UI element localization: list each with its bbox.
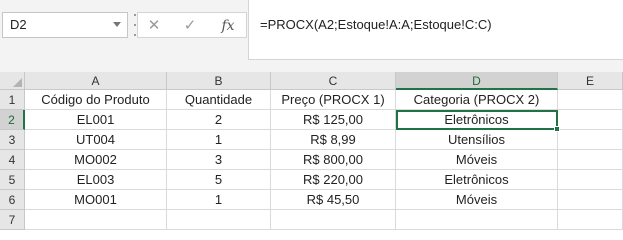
- row-header[interactable]: 7: [0, 210, 25, 230]
- cell-b5[interactable]: 5: [167, 170, 271, 190]
- table-row: 3 UT004 1 R$ 8,99 Utensílios: [0, 130, 623, 150]
- cancel-icon[interactable]: ✕: [142, 16, 166, 36]
- row-header[interactable]: 4: [0, 150, 25, 170]
- cell-d1[interactable]: Categoria (PROCX 2): [396, 90, 558, 110]
- enter-icon[interactable]: ✓: [178, 16, 202, 36]
- formula-bar-grip[interactable]: [133, 14, 136, 36]
- name-box-value: D2: [10, 17, 27, 32]
- table-row: 1 Código do Produto Quantidade Preço (PR…: [0, 90, 623, 110]
- cell-b1[interactable]: Quantidade: [167, 90, 271, 110]
- cell-c1[interactable]: Preço (PROCX 1): [271, 90, 396, 110]
- formula-bar-buttons: ✕ ✓ fx: [137, 12, 247, 38]
- cell-e2[interactable]: [558, 110, 623, 130]
- cell-d2-selected[interactable]: Eletrônicos: [396, 110, 560, 132]
- cell-c5[interactable]: R$ 220,00: [271, 170, 396, 190]
- cell-c6[interactable]: R$ 45,50: [271, 190, 396, 210]
- cell-a2[interactable]: EL001: [25, 110, 167, 130]
- cell-c2[interactable]: R$ 125,00: [271, 110, 396, 130]
- column-header-e[interactable]: E: [558, 72, 623, 90]
- cell-e3[interactable]: [558, 130, 623, 150]
- cell-b3[interactable]: 1: [167, 130, 271, 150]
- formula-input[interactable]: =PROCX(A2;Estoque!A:A;Estoque!C:C): [248, 0, 623, 60]
- row-header[interactable]: 1: [0, 90, 25, 110]
- fill-handle[interactable]: [554, 126, 560, 132]
- table-row: 7: [0, 210, 623, 230]
- column-header-d[interactable]: D: [396, 72, 558, 90]
- cell-a7[interactable]: [25, 210, 167, 230]
- cell-c4[interactable]: R$ 800,00: [271, 150, 396, 170]
- cell-d7[interactable]: [396, 210, 558, 230]
- spreadsheet-grid: A B C D E 1 Código do Produto Quantidade…: [0, 72, 623, 230]
- column-headers: A B C D E: [25, 72, 623, 90]
- insert-function-icon[interactable]: fx: [216, 16, 240, 36]
- cell-a4[interactable]: MO002: [25, 150, 167, 170]
- select-all-corner[interactable]: [0, 72, 25, 90]
- cell-e1[interactable]: [558, 90, 623, 110]
- column-header-c[interactable]: C: [271, 72, 396, 90]
- formula-bar-region: D2 ✕ ✓ fx =PROCX(A2;Estoque!A:A;Estoque!…: [0, 0, 623, 72]
- row-header[interactable]: 2: [0, 110, 25, 130]
- cell-a6[interactable]: MO001: [25, 190, 167, 210]
- column-header-b[interactable]: B: [167, 72, 271, 90]
- cell-e7[interactable]: [558, 210, 623, 230]
- cell-e5[interactable]: [558, 170, 623, 190]
- cell-c3[interactable]: R$ 8,99: [271, 130, 396, 150]
- cell-a3[interactable]: UT004: [25, 130, 167, 150]
- cell-c7[interactable]: [271, 210, 396, 230]
- chevron-down-icon[interactable]: [113, 22, 121, 27]
- select-all-icon: [13, 78, 22, 87]
- cell-a1[interactable]: Código do Produto: [25, 90, 167, 110]
- cell-d4[interactable]: Móveis: [396, 150, 558, 170]
- cell-e6[interactable]: [558, 190, 623, 210]
- cell-b6[interactable]: 1: [167, 190, 271, 210]
- cell-b2[interactable]: 2: [167, 110, 271, 130]
- table-row: 2 EL001 2 R$ 125,00 Eletrônicos: [0, 110, 623, 132]
- table-row: 4 MO002 3 R$ 800,00 Móveis: [0, 150, 623, 170]
- cell-e4[interactable]: [558, 150, 623, 170]
- table-row: 6 MO001 1 R$ 45,50 Móveis: [0, 190, 623, 210]
- cell-b7[interactable]: [167, 210, 271, 230]
- cell-b4[interactable]: 3: [167, 150, 271, 170]
- cell-a5[interactable]: EL003: [25, 170, 167, 190]
- table-row: 5 EL003 5 R$ 220,00 Eletrônicos: [0, 170, 623, 190]
- name-box[interactable]: D2: [2, 12, 128, 38]
- cell-d2-value: Eletrônicos: [444, 112, 509, 127]
- row-header[interactable]: 5: [0, 170, 25, 190]
- row-header[interactable]: 6: [0, 190, 25, 210]
- row-header[interactable]: 3: [0, 130, 25, 150]
- cell-d3[interactable]: Utensílios: [396, 130, 558, 150]
- cell-d6[interactable]: Móveis: [396, 190, 558, 210]
- cell-d5[interactable]: Eletrônicos: [396, 170, 558, 190]
- column-header-a[interactable]: A: [25, 72, 167, 90]
